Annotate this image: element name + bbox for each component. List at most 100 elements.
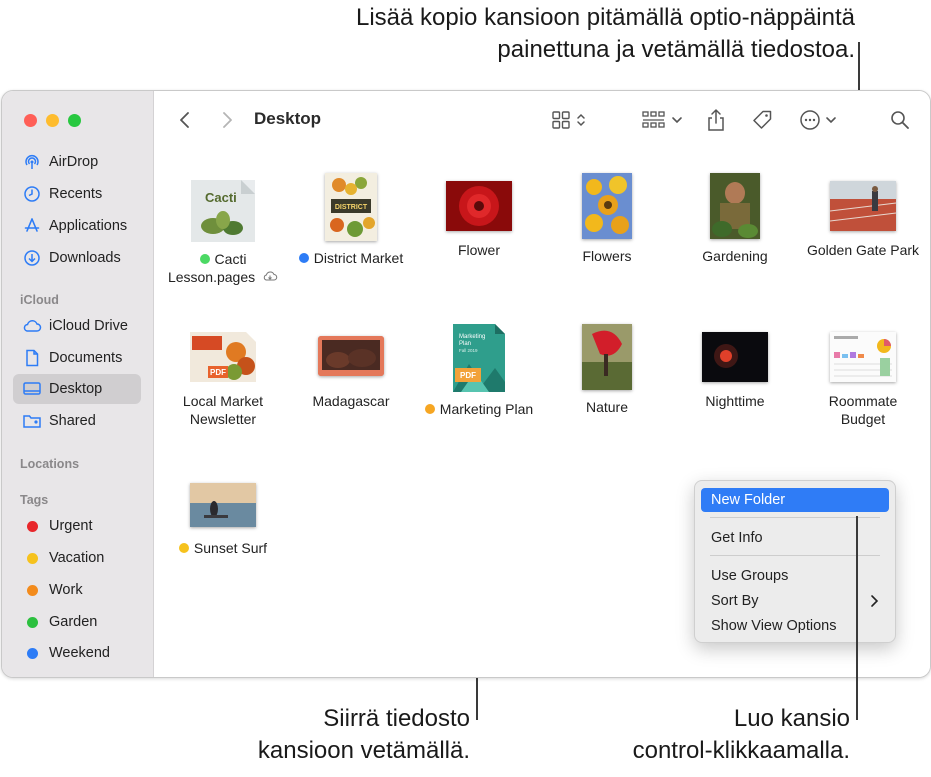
file-sunset-surf[interactable]: Sunset Surf (159, 471, 287, 557)
file-roommate-budget[interactable]: Roommate Budget (799, 324, 927, 428)
document-icon (21, 349, 43, 367)
search-button[interactable] (890, 108, 910, 132)
share-button[interactable] (706, 108, 726, 132)
thumb-text: Cacti (205, 190, 237, 205)
sidebar-item-label: Documents (49, 350, 123, 366)
thumb-text: DISTRICT (335, 204, 368, 211)
tag-yellow-icon (26, 552, 38, 564)
file-gardening[interactable]: Gardening (671, 173, 799, 265)
sidebar-item-label: AirDrop (49, 154, 99, 170)
thumb-text: Marketing (459, 334, 485, 340)
share-icon (708, 108, 724, 131)
sidebar-section-tags: Tags (20, 493, 49, 507)
sidebar-item-label: Vacation (49, 550, 105, 566)
nature-photo-thumbnail (582, 324, 632, 390)
callout-new-folder-line2: control-klikkaamalla. (632, 737, 850, 764)
clock-icon (21, 185, 43, 203)
callout-copy-instructions: Lisää kopio kansioon pitämällä optio-näp… (200, 2, 855, 66)
sidebar-item-recents[interactable]: Recents (13, 179, 141, 209)
sidebar-item-shared[interactable]: Shared (13, 406, 141, 436)
minimize-window-button[interactable] (46, 114, 59, 127)
callout-move-line2: kansioon vetämällä. (257, 737, 470, 764)
tag-yellow-icon (178, 543, 189, 553)
group-grid-icon (642, 111, 665, 128)
file-name: Cacti (214, 251, 247, 267)
more-actions-button[interactable] (799, 108, 837, 132)
file-district-market[interactable]: DISTRICT District Market (287, 173, 415, 267)
file-nature[interactable]: Nature (543, 324, 671, 416)
menu-item-sort-by[interactable]: Sort By (701, 589, 889, 613)
sidebar-tag-garden[interactable]: Garden (13, 607, 141, 637)
file-name: Newsletter (189, 411, 257, 427)
chevron-down-icon (826, 117, 836, 124)
sidebar-item-desktop[interactable]: Desktop (13, 374, 141, 404)
file-cacti-lesson[interactable]: Cacti Cacti Lesson.pages (159, 173, 287, 286)
file-name: Sunset Surf (193, 540, 268, 556)
file-marketing-plan[interactable]: Marketing Plan Fall 2019 PDF Marketing P… (415, 324, 543, 418)
menu-item-get-info[interactable]: Get Info (701, 526, 889, 550)
sidebar-item-label: Downloads (49, 250, 121, 266)
menu-item-label: Sort By (711, 593, 759, 609)
sidebar-tag-work[interactable]: Work (13, 575, 141, 605)
file-name: Nature (585, 399, 629, 415)
sunset-surf-photo-thumbnail (190, 483, 256, 527)
file-local-market-newsletter[interactable]: PDF Local Market Newsletter (159, 324, 287, 428)
menu-item-new-folder[interactable]: New Folder (701, 488, 889, 512)
callout-copy-line1: Lisää kopio kansioon pitämällä optio-näp… (355, 4, 855, 31)
group-button[interactable] (642, 108, 683, 132)
file-name: Madagascar (312, 393, 390, 409)
tag-green-icon (26, 616, 38, 628)
forward-button[interactable] (220, 108, 234, 132)
zoom-window-button[interactable] (68, 114, 81, 127)
sidebar-tag-vacation[interactable]: Vacation (13, 543, 141, 573)
icon-grid-icon (552, 111, 570, 129)
sidebar-item-airdrop[interactable]: AirDrop (13, 147, 141, 177)
file-name: Roommate (828, 393, 898, 409)
sidebar-tag-weekend[interactable]: Weekend (13, 638, 141, 668)
tag-button[interactable] (751, 108, 773, 132)
search-icon (891, 111, 909, 129)
pdf-badge-text: PDF (210, 368, 226, 377)
sidebar-tag-urgent[interactable]: Urgent (13, 511, 141, 541)
download-icon (21, 249, 43, 267)
file-name: District Market (313, 250, 404, 266)
menu-separator (710, 517, 880, 518)
close-window-button[interactable] (24, 114, 37, 127)
sidebar-item-label: Garden (49, 614, 98, 630)
file-madagascar[interactable]: Madagascar (287, 324, 415, 410)
menu-separator (710, 555, 880, 556)
sidebar-item-documents[interactable]: Documents (13, 343, 141, 373)
sidebar-item-label: Weekend (49, 645, 110, 661)
tag-green-icon (199, 254, 210, 264)
file-flowers[interactable]: Flowers (543, 173, 671, 265)
airdrop-icon (21, 153, 43, 171)
thumb-text: Fall 2019 (459, 348, 478, 353)
tag-orange-icon (26, 584, 38, 596)
chevron-right-icon (871, 595, 879, 607)
file-golden-gate-park[interactable]: Golden Gate Park (799, 173, 927, 259)
gardening-photo-thumbnail (710, 173, 760, 239)
menu-item-use-groups[interactable]: Use Groups (701, 564, 889, 588)
sidebar-section-locations: Locations (20, 457, 80, 471)
file-name: Golden Gate Park (806, 242, 920, 258)
file-flower[interactable]: Flower (415, 173, 543, 259)
file-nighttime[interactable]: Nighttime (671, 324, 799, 410)
sidebar-item-label: Urgent (49, 518, 93, 534)
context-menu: New Folder Get Info Use Groups Sort By S… (694, 480, 896, 643)
back-button[interactable] (178, 108, 192, 132)
menu-item-show-view-options[interactable]: Show View Options (701, 614, 889, 638)
chevron-up-down-icon (577, 113, 585, 127)
sidebar-item-label: iCloud Drive (49, 318, 128, 334)
keynote-thumbnail (318, 336, 384, 376)
file-name: Marketing Plan (439, 401, 534, 417)
view-mode-button[interactable] (551, 108, 587, 132)
desktop-icon (21, 381, 43, 397)
sidebar-item-downloads[interactable]: Downloads (13, 243, 141, 273)
sidebar: AirDrop Recents Applications Downloads i… (2, 91, 154, 677)
sidebar-item-applications[interactable]: Applications (13, 211, 141, 241)
flowers-photo-thumbnail (582, 173, 632, 239)
callout-move-instructions: Siirrä tiedosto kansioon vetämällä. (150, 703, 470, 767)
icloud-status-icon (263, 271, 278, 281)
sidebar-item-icloud-drive[interactable]: iCloud Drive (13, 311, 141, 341)
district-market-thumbnail: DISTRICT (325, 173, 377, 241)
